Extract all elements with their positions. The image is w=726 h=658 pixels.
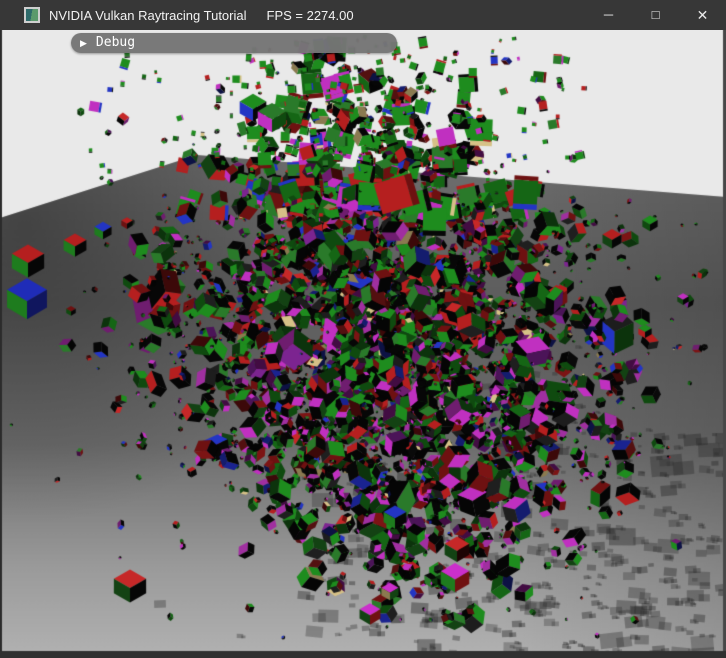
app-icon xyxy=(24,7,40,23)
maximize-button[interactable]: □ xyxy=(632,0,679,30)
debug-header-label: Debug xyxy=(96,33,135,53)
app-window: NVIDIA Vulkan Raytracing Tutorial FPS = … xyxy=(0,0,726,658)
close-button[interactable]: ✕ xyxy=(679,0,726,30)
titlebar: NVIDIA Vulkan Raytracing Tutorial FPS = … xyxy=(0,0,726,30)
debug-header[interactable]: ▶ Debug xyxy=(71,33,397,53)
window-title: NVIDIA Vulkan Raytracing Tutorial xyxy=(49,8,247,23)
fps-counter: FPS = 2274.00 xyxy=(267,8,354,23)
viewport-canvas[interactable] xyxy=(0,30,726,658)
minimize-button[interactable]: ─ xyxy=(585,0,632,30)
window-controls: ─ □ ✕ xyxy=(585,0,726,30)
collapse-arrow-icon: ▶ xyxy=(80,33,87,53)
